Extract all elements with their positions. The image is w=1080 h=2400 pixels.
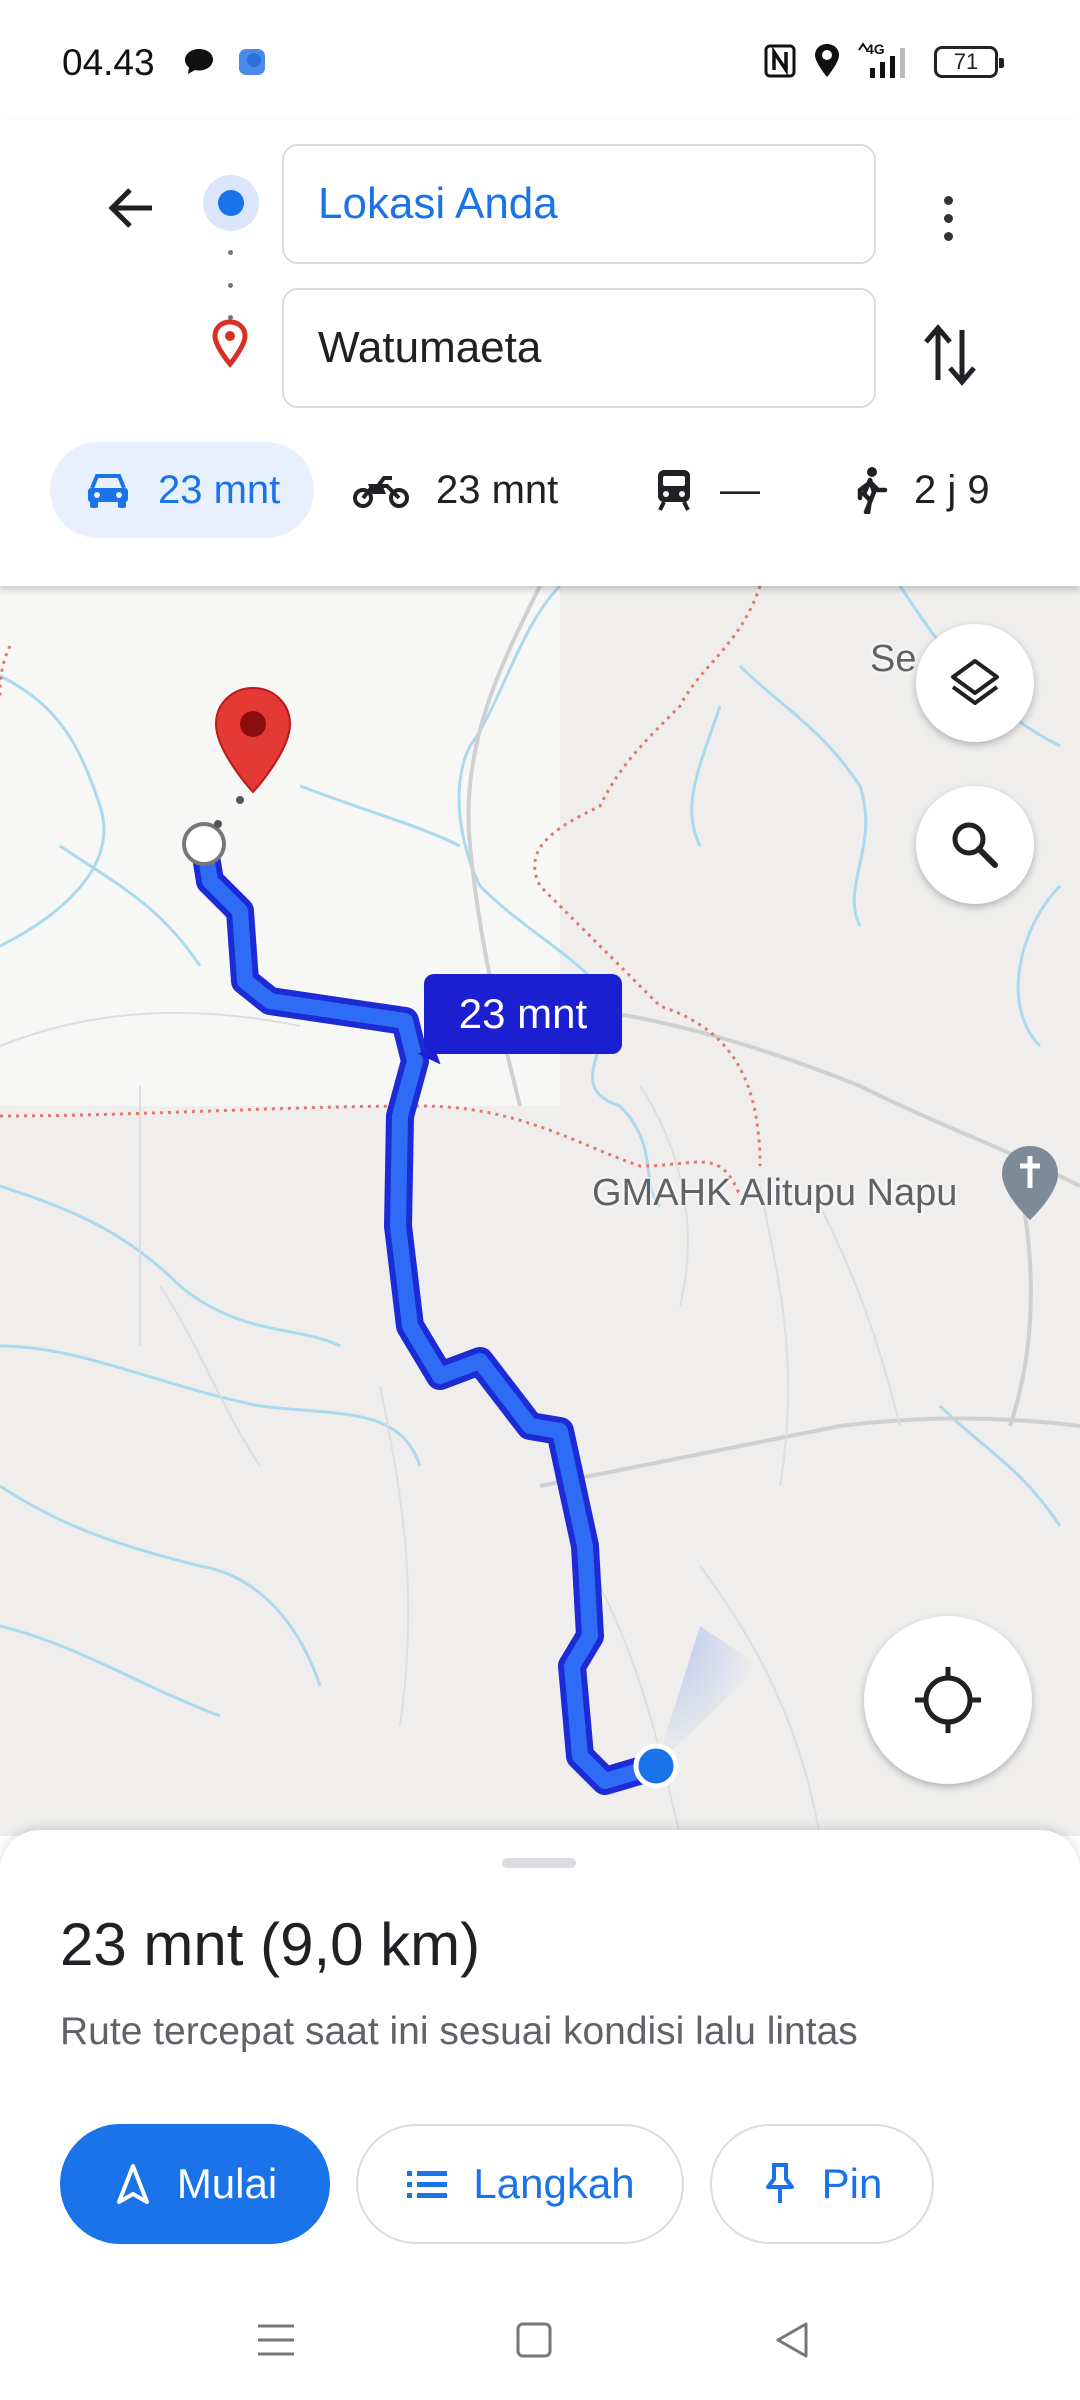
train-icon: [658, 470, 690, 511]
poi-label[interactable]: GMAHK Alitupu Napu: [592, 1172, 957, 1215]
mode-tab-walk[interactable]: 2 j 9: [852, 442, 990, 538]
swap-vertical-icon: [924, 324, 976, 386]
triangle-back-icon: [776, 2322, 808, 2358]
list-icon: [407, 2171, 448, 2198]
steps-button[interactable]: Langkah: [356, 2124, 684, 2244]
destination-input[interactable]: Watumaeta: [282, 288, 876, 408]
directions-header: Lokasi Anda Watumaeta 23 mnt 23 mnt — 2 …: [0, 120, 1080, 586]
church-poi-icon[interactable]: [998, 1144, 1062, 1224]
status-bar: 04.43 4G 71: [0, 0, 1080, 120]
home-button[interactable]: [494, 2300, 574, 2380]
start-button-label: Mulai: [176, 2160, 278, 2207]
motorcycle-icon: [353, 476, 409, 508]
nfc-icon: [764, 44, 796, 78]
start-navigation-button[interactable]: Mulai: [60, 2124, 330, 2244]
route-duration-label[interactable]: 23 mnt: [424, 974, 622, 1054]
mode-tab-motorcycle[interactable]: 23 mnt: [352, 442, 558, 538]
maps-directions-screen: 04.43 4G 71 Lokasi Anda Watumaeta 23 mnt…: [0, 0, 1080, 2400]
car-icon: [88, 474, 128, 508]
mode-car-label: 23 mnt: [158, 467, 281, 512]
walking-icon: [857, 467, 888, 514]
arrow-left-icon: [108, 188, 152, 228]
layers-button[interactable]: [916, 624, 1034, 742]
crosshair-icon: [915, 1667, 981, 1733]
more-vert-icon: [943, 195, 953, 205]
origin-dot-icon: [218, 190, 244, 216]
mode-transit-label: —: [720, 467, 760, 512]
destination-pin-icon[interactable]: [212, 684, 294, 796]
route-start-point: [182, 822, 226, 866]
pin-button[interactable]: Pin: [710, 2124, 934, 2244]
mode-walk-label: 2 j 9: [914, 467, 990, 512]
map-search-button[interactable]: [916, 786, 1034, 904]
travel-mode-bar: 23 mnt 23 mnt — 2 j 9: [0, 442, 1080, 538]
map-view[interactable]: Se GMAHK Alitupu Napu 23 mnt: [0, 586, 1080, 1836]
navigation-arrow-icon: [116, 2164, 149, 2204]
mode-motorcycle-label: 23 mnt: [436, 467, 559, 512]
destination-pin-icon: [212, 319, 248, 368]
back-button[interactable]: [96, 172, 168, 244]
pin-button-label: Pin: [821, 2160, 883, 2207]
swap-locations-button[interactable]: [912, 310, 988, 400]
route-description: Rute tercepat saat ini sesuai kondisi la…: [60, 2010, 858, 2053]
back-nav-button[interactable]: [752, 2300, 832, 2380]
layers-icon: [951, 659, 999, 705]
system-navigation-bar: [0, 2280, 1080, 2400]
chat-bubble-icon: [185, 49, 213, 74]
recent-apps-button[interactable]: [236, 2300, 316, 2380]
route-connector-dots: [227, 250, 233, 320]
route-duration-distance: 23 mnt (9,0 km): [60, 1911, 481, 1978]
mode-tab-car[interactable]: 23 mnt: [50, 442, 314, 538]
more-options-button[interactable]: [918, 178, 978, 258]
signal-icon: 4G: [858, 41, 905, 78]
square-icon: [516, 2322, 552, 2358]
origin-input[interactable]: Lokasi Anda: [282, 144, 876, 264]
my-location-button[interactable]: [864, 1616, 1032, 1784]
status-time: 04.43: [62, 42, 155, 83]
pushpin-icon: [765, 2163, 794, 2203]
battery-indicator: 71: [934, 46, 1004, 78]
steps-button-label: Langkah: [473, 2160, 635, 2207]
current-location-dot: [633, 1743, 679, 1789]
location-icon: [815, 44, 839, 77]
app-icon: [239, 49, 265, 75]
origin-marker: [203, 175, 259, 231]
sheet-drag-handle[interactable]: [502, 1858, 576, 1868]
svg-text:4G: 4G: [866, 41, 885, 57]
search-icon: [952, 822, 998, 868]
mode-tab-transit[interactable]: —: [654, 442, 760, 538]
map-place-label: Se: [870, 638, 917, 680]
menu-lines-icon: [258, 2324, 294, 2356]
